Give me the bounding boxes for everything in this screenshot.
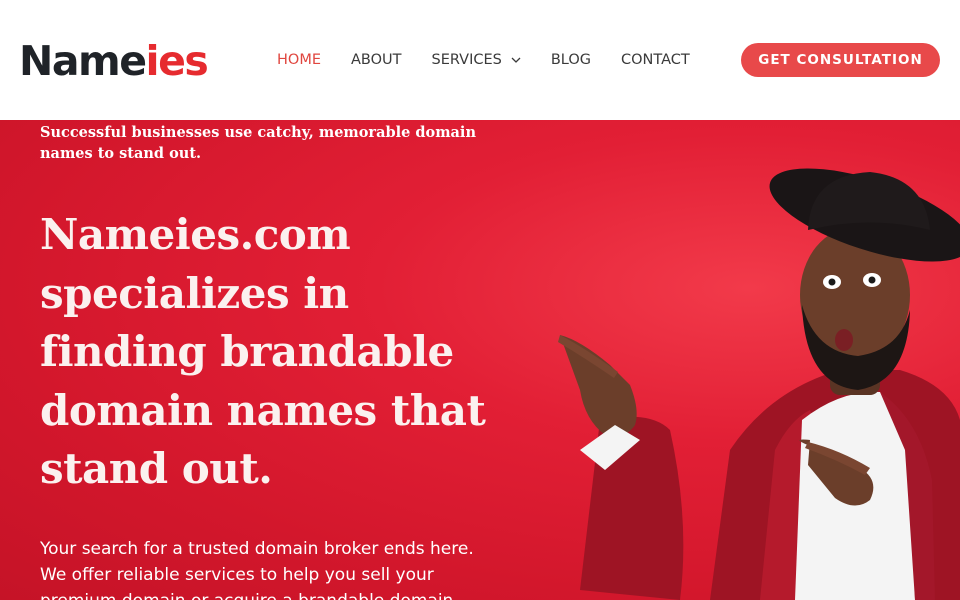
logo-text-name: Name [19,37,147,85]
chevron-down-icon [511,57,521,63]
nav-item-home[interactable]: HOME [277,50,321,70]
nav-item-services-label: SERVICES [431,52,502,68]
get-consultation-button[interactable]: GET CONSULTATION [741,43,940,77]
nav-item-contact[interactable]: CONTACT [621,50,690,70]
nav-item-services[interactable]: SERVICES [432,50,521,70]
nav-item-blog[interactable]: BLOG [551,50,591,70]
site-logo[interactable]: Name ies [19,37,209,85]
nav-item-about[interactable]: ABOUT [351,50,402,70]
hero-headline: Nameies.com specializes in finding brand… [40,210,486,493]
hero-section: Successful businesses use catchy, memora… [0,120,960,600]
hero-tagline: Successful businesses use catchy, memora… [40,124,476,162]
hero-body-text: Your search for a trusted domain broker … [40,539,474,600]
logo-text-ies: ies [145,37,209,85]
site-header: Name ies HOME ABOUT SERVICES BLOG CONTACT… [0,0,960,120]
hero-person-image [558,168,960,600]
main-navigation: HOME ABOUT SERVICES BLOG CONTACT [277,50,720,70]
